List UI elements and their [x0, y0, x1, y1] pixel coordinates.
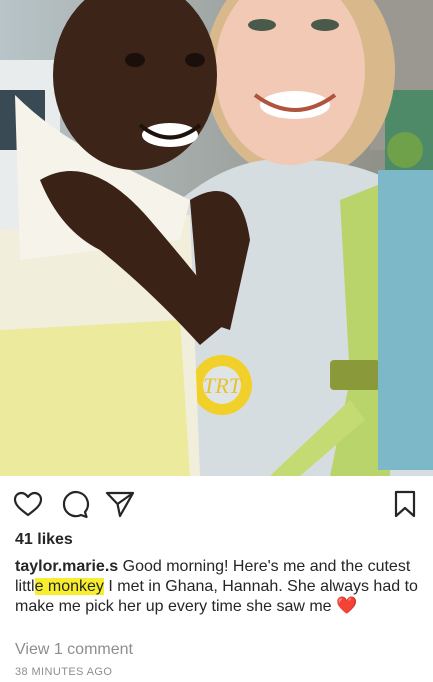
- post-photo-illustration: TRT: [0, 0, 433, 476]
- caption-username[interactable]: taylor.marie.s: [15, 558, 118, 575]
- share-button[interactable]: [104, 488, 136, 520]
- like-count[interactable]: 41 likes: [15, 531, 73, 549]
- red-heart-emoji-icon: ❤️: [336, 596, 358, 615]
- send-paper-plane-icon: [105, 491, 135, 518]
- heart-outline-icon: [13, 491, 43, 517]
- post-photo[interactable]: TRT: [0, 0, 433, 476]
- svg-text:TRT: TRT: [203, 373, 243, 398]
- caption-highlight: e monkey: [34, 577, 104, 595]
- view-comments-link[interactable]: View 1 comment: [15, 641, 133, 659]
- save-button[interactable]: [389, 488, 421, 520]
- comment-bubble-icon: [62, 491, 90, 519]
- instagram-post: TRT 41 likes taylor.marie.s Good morning…: [0, 0, 433, 682]
- comment-button[interactable]: [58, 488, 90, 520]
- post-action-bar: [0, 484, 433, 524]
- like-button[interactable]: [12, 488, 44, 520]
- post-timestamp: 38 MINUTES AGO: [15, 666, 113, 678]
- post-caption: taylor.marie.s Good morning! Here's me a…: [15, 557, 419, 617]
- bookmark-outline-icon: [394, 490, 416, 518]
